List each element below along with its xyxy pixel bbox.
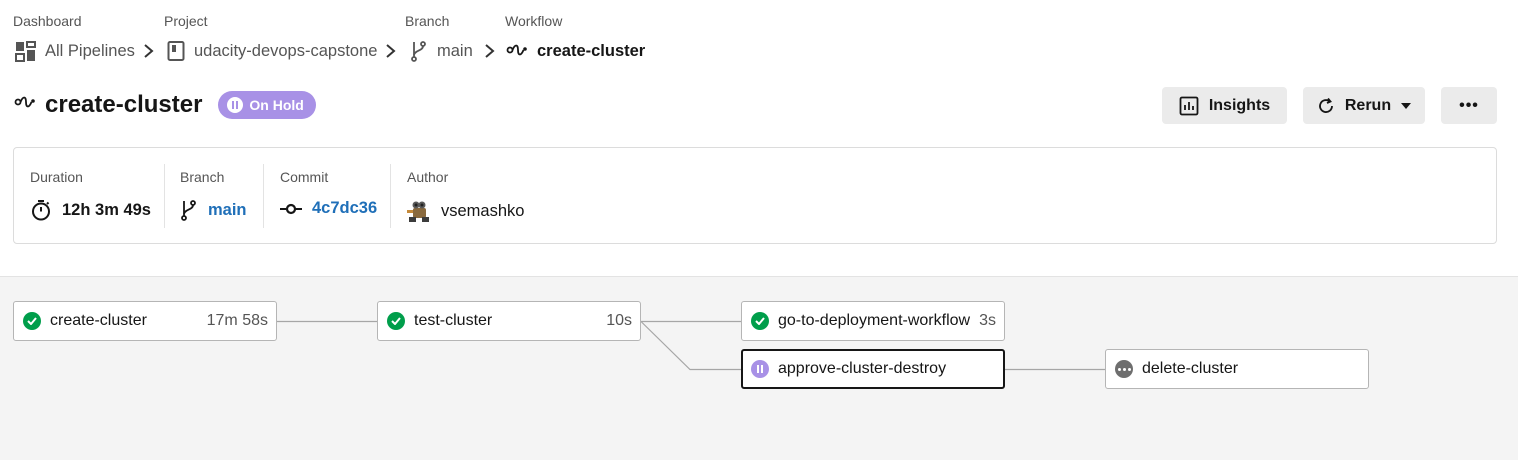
job-approve-cluster-destroy[interactable]: approve-cluster-destroy [741, 349, 1005, 389]
caret-down-icon [1401, 102, 1412, 109]
chevron-right-icon [386, 44, 396, 58]
more-icon: ••• [1459, 96, 1479, 114]
job-go-to-deployment-workflow[interactable]: go-to-deployment-workflow 3s [741, 301, 1005, 341]
stopwatch-icon [32, 200, 50, 221]
summary-branch: Branch main [180, 164, 247, 228]
breadcrumb-branch-text: main [437, 41, 473, 60]
chevron-right-icon [144, 44, 154, 58]
repo-icon [167, 41, 185, 61]
divider [390, 164, 391, 228]
workflow-header: create-cluster On Hold [14, 89, 316, 121]
breadcrumb-workflow-text: create-cluster [537, 41, 646, 60]
duration-label: Duration [30, 169, 83, 185]
refresh-icon [1319, 97, 1333, 113]
more-actions-button[interactable]: ••• [1441, 87, 1497, 124]
git-commit-icon [280, 203, 302, 214]
chevron-right-icon [485, 44, 495, 58]
workflow-icon [506, 44, 527, 56]
page-title: create-cluster [45, 91, 203, 118]
breadcrumb-workflow[interactable]: create-cluster [506, 40, 645, 62]
success-check-icon [387, 312, 405, 330]
bar-chart-icon [1179, 96, 1199, 115]
commit-label: Commit [280, 169, 329, 185]
success-check-icon [23, 312, 41, 330]
job-duration: 10s [606, 312, 632, 329]
pause-icon [227, 97, 244, 113]
job-name: create-cluster [50, 312, 147, 329]
job-duration: 3s [979, 312, 996, 329]
breadcrumb-branch-label: Branch [405, 13, 450, 29]
job-name: delete-cluster [1142, 360, 1239, 377]
rerun-button-label: Rerun [1344, 96, 1392, 114]
job-test-cluster[interactable]: test-cluster 10s [377, 301, 641, 341]
breadcrumb-workflow-label: Workflow [505, 13, 563, 29]
success-check-icon [751, 312, 769, 330]
author-label: Author [407, 169, 449, 185]
job-create-cluster[interactable]: create-cluster 17m 58s [13, 301, 277, 341]
job-name: approve-cluster-destroy [778, 360, 947, 377]
breadcrumb-project[interactable]: udacity-devops-capstone [167, 40, 377, 62]
status-badge: On Hold [218, 91, 316, 119]
job-name: go-to-deployment-workflow [778, 312, 971, 329]
summary-commit: Commit 4c7dc36 [280, 164, 377, 228]
branch-label: Branch [180, 169, 225, 185]
divider [164, 164, 165, 228]
workflow-icon [14, 96, 35, 108]
insights-button[interactable]: Insights [1162, 87, 1287, 124]
job-delete-cluster[interactable]: delete-cluster [1105, 349, 1369, 389]
job-duration: 17m 58s [206, 312, 268, 329]
dashboard-grid-icon [15, 40, 36, 62]
git-branch-icon [181, 200, 196, 221]
commit-link[interactable]: 4c7dc36 [312, 199, 377, 218]
avatar [407, 199, 431, 223]
breadcrumb-all-pipelines-text: All Pipelines [45, 41, 135, 60]
branch-link[interactable]: main [208, 201, 247, 220]
breadcrumb-dashboard-label: Dashboard [13, 13, 82, 29]
breadcrumb-project-label: Project [164, 13, 208, 29]
on-hold-pause-icon [751, 360, 769, 378]
breadcrumb-all-pipelines[interactable]: All Pipelines [15, 40, 135, 62]
summary-author: Author vsemashko [407, 164, 524, 228]
insights-button-label: Insights [1208, 96, 1271, 114]
breadcrumb-project-text: udacity-devops-capstone [194, 41, 378, 60]
git-branch-icon [411, 41, 426, 62]
divider [263, 164, 264, 228]
workflow-graph: create-cluster 17m 58s test-cluster 10s … [0, 276, 1518, 460]
breadcrumb-branch[interactable]: main [410, 40, 473, 62]
workflow-summary-card: Duration 12h 3m 49s Branch main Commit 4… [13, 147, 1497, 244]
job-name: test-cluster [414, 312, 493, 329]
status-badge-label: On Hold [249, 97, 304, 113]
rerun-button[interactable]: Rerun [1303, 87, 1425, 124]
duration-value: 12h 3m 49s [62, 200, 151, 219]
author-name: vsemashko [441, 201, 525, 220]
summary-duration: Duration 12h 3m 49s [30, 164, 151, 228]
blocked-dots-icon [1115, 360, 1133, 378]
